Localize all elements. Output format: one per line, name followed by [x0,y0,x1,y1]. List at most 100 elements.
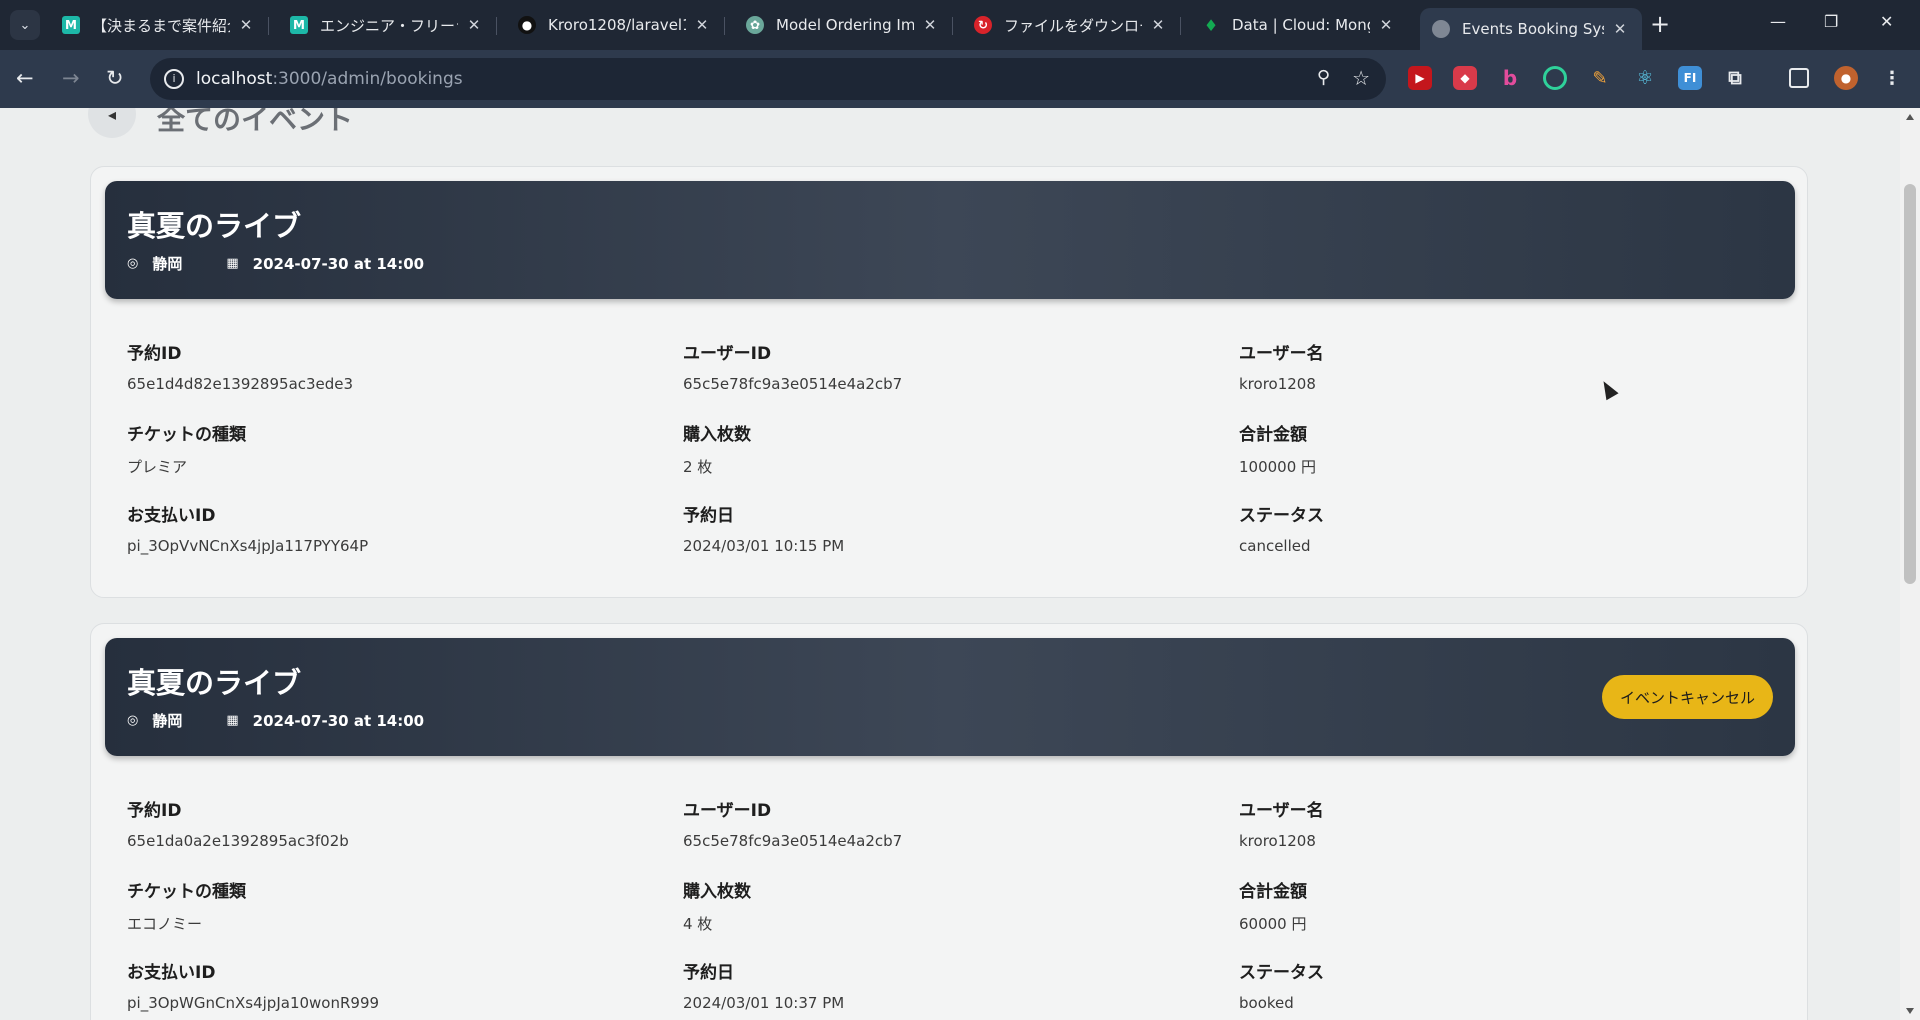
tab-2[interactable]: M エンジニア・フリーランスに ✕ [278,8,497,42]
scrollbar-thumb[interactable] [1904,184,1916,584]
event-datetime: 2024-07-30 at 14:00 [252,254,425,273]
reload-icon[interactable]: ↻ [106,66,124,90]
tab-search-button[interactable]: ⌄ [10,10,40,40]
page-title: 全てのイベント [157,108,354,136]
tab-active[interactable]: Events Booking Syste ✕ [1420,8,1642,50]
tab-title: Model Ordering Imp [776,16,914,34]
page-header: ◂ 全てのイベント [88,108,888,142]
cancel-event-button[interactable]: イベントキャンセル [1601,675,1773,719]
field-payment-id: お支払いID pi_3OpWGnCnXs4jpJa10wonR999 [127,963,380,1012]
status-badge: cancelled [1239,537,1311,555]
back-button[interactable]: ◂ [88,108,136,138]
back-arrow-icon[interactable]: ← [16,66,34,90]
event-datetime: 2024-07-30 at 14:00 [252,711,425,730]
field-user-name: ユーザー名 kroro1208 [1239,344,1324,393]
download-icon: ↻ [974,16,992,34]
tab-1[interactable]: M 【決まるまで案件紹介し ✕ [50,8,269,42]
field-ticket-type: チケットの種類 プレミア [127,425,246,476]
side-panel-icon[interactable] [1789,68,1809,88]
event-location: 静岡 [152,712,183,730]
field-quantity: 購入枚数 2 枚 [683,425,751,476]
location-pin-icon: ◎ [127,713,139,728]
close-icon[interactable]: ✕ [236,16,256,34]
tab-5[interactable]: ↻ ファイルをダウンロードする ✕ [962,8,1181,42]
target-extension-icon[interactable] [1543,66,1567,90]
youtube-extension-icon[interactable]: ▶ [1408,66,1432,90]
field-user-id: ユーザーID 65c5e78fc9a3e0514e4a2cb7 [683,801,903,850]
close-icon[interactable]: ✕ [1148,16,1168,34]
event-title: 真夏のライブ [127,209,302,243]
forward-arrow-icon[interactable]: → [62,66,80,90]
browser-toolbar: ← → ↻ i localhost:3000/admin/bookings ⚲ … [0,50,1920,108]
field-booking-id: 予約ID 65e1da0a2e1392895ac3f02b [127,801,349,850]
tab-title: エンジニア・フリーランスに [320,16,458,35]
globe-icon [1432,20,1450,38]
page-scrollbar[interactable] [1900,108,1920,1020]
chevron-down-icon: ⌄ [19,17,31,33]
tab-title: Events Booking Syste [1462,20,1604,38]
tab-strip: ⌄ M 【決まるまで案件紹介し ✕ M エンジニア・フリーランスに ✕ ● Kr… [0,0,1920,50]
tab-4[interactable]: ✿ Model Ordering Imp ✕ [734,8,953,42]
close-icon[interactable]: ✕ [1376,16,1396,34]
field-total: 合計金額 100000 円 [1239,425,1317,476]
close-icon[interactable]: ✕ [464,16,484,34]
event-meta: ◎ 静岡 ▦ 2024-07-30 at 14:00 [127,253,424,274]
event-location: 静岡 [152,255,183,273]
eyedropper-icon[interactable]: ✎ [1588,66,1612,90]
tab-title: ファイルをダウンロードする [1004,16,1142,35]
zoom-icon[interactable]: ⚲ [1317,67,1330,88]
close-icon[interactable]: ✕ [920,16,940,34]
menu-kebab-icon[interactable]: ⋮ [1880,66,1904,90]
event-title: 真夏のライブ [127,666,302,700]
address-bar[interactable]: i localhost:3000/admin/bookings ⚲ ☆ [150,58,1386,100]
close-icon[interactable]: ✕ [692,16,712,34]
scroll-up-icon[interactable] [1906,114,1914,120]
event-banner: 真夏のライブ ◎ 静岡 ▦ 2024-07-30 at 14:00 イベントキャ… [105,638,1795,756]
mongodb-leaf-icon: ♦ [1203,15,1219,35]
minimize-icon[interactable]: — [1770,12,1786,31]
bookmark-star-icon[interactable]: ☆ [1352,66,1370,90]
tab-title: Kroro1208/laravel10- [548,16,686,34]
shield-extension-icon[interactable]: ◆ [1453,66,1477,90]
location-pin-icon: ◎ [127,256,139,271]
event-banner: 真夏のライブ ◎ 静岡 ▦ 2024-07-30 at 14:00 [105,181,1795,299]
restore-icon[interactable]: ❐ [1824,12,1838,31]
field-quantity: 購入枚数 4 枚 [683,882,751,933]
field-total: 合計金額 60000 円 [1239,882,1307,933]
field-user-name: ユーザー名 kroro1208 [1239,801,1324,850]
field-booking-date: 予約日 2024/03/01 10:15 PM [683,506,845,555]
openai-icon: ✿ [746,16,764,34]
field-status: ステータス cancelled [1239,501,1739,555]
calendar-icon: ▦ [226,256,239,271]
tab-title: 【決まるまで案件紹介し [92,16,230,35]
github-icon: ● [518,16,536,34]
event-meta: ◎ 静岡 ▦ 2024-07-30 at 14:00 [127,710,424,731]
window-close-icon[interactable]: ✕ [1880,12,1893,31]
m-favicon-icon: M [62,16,80,34]
fi-extension-icon[interactable]: FI [1678,66,1702,90]
close-icon[interactable]: ✕ [1610,20,1630,38]
scroll-down-icon[interactable] [1906,1008,1914,1014]
calendar-icon: ▦ [226,713,239,728]
react-devtools-icon[interactable]: ⚛ [1633,66,1657,90]
bing-icon[interactable]: b [1498,66,1522,90]
page-viewport: ◂ 全てのイベント 真夏のライブ ◎ 静岡 ▦ 2024-07-30 at 14… [0,108,1900,1020]
booking-card: 真夏のライブ ◎ 静岡 ▦ 2024-07-30 at 14:00 イベントキャ… [90,623,1808,1020]
arrow-left-icon: ◂ [107,108,117,124]
new-tab-button[interactable]: + [1650,11,1670,37]
avatar[interactable]: ● [1834,66,1858,90]
field-status: ステータス booked [1239,958,1739,1012]
tab-3[interactable]: ● Kroro1208/laravel10- ✕ [506,8,725,42]
field-ticket-type: チケットの種類 エコノミー [127,882,246,933]
site-info-icon[interactable]: i [164,69,184,89]
tab-6[interactable]: ♦ Data | Cloud: Mongo ✕ [1190,8,1408,42]
tab-title: Data | Cloud: Mongo [1232,16,1370,34]
field-user-id: ユーザーID 65c5e78fc9a3e0514e4a2cb7 [683,344,903,393]
field-payment-id: お支払いID pi_3OpVvNCnXs4jpJa117PYY64P [127,506,369,555]
extensions-puzzle-icon[interactable]: ⧉ [1723,66,1747,90]
status-badge: booked [1239,994,1294,1012]
url-text[interactable]: localhost:3000/admin/bookings [196,69,463,89]
field-booking-date: 予約日 2024/03/01 10:37 PM [683,963,845,1012]
m-favicon-icon: M [290,16,308,34]
booking-card: 真夏のライブ ◎ 静岡 ▦ 2024-07-30 at 14:00 予約ID 6… [90,166,1808,598]
